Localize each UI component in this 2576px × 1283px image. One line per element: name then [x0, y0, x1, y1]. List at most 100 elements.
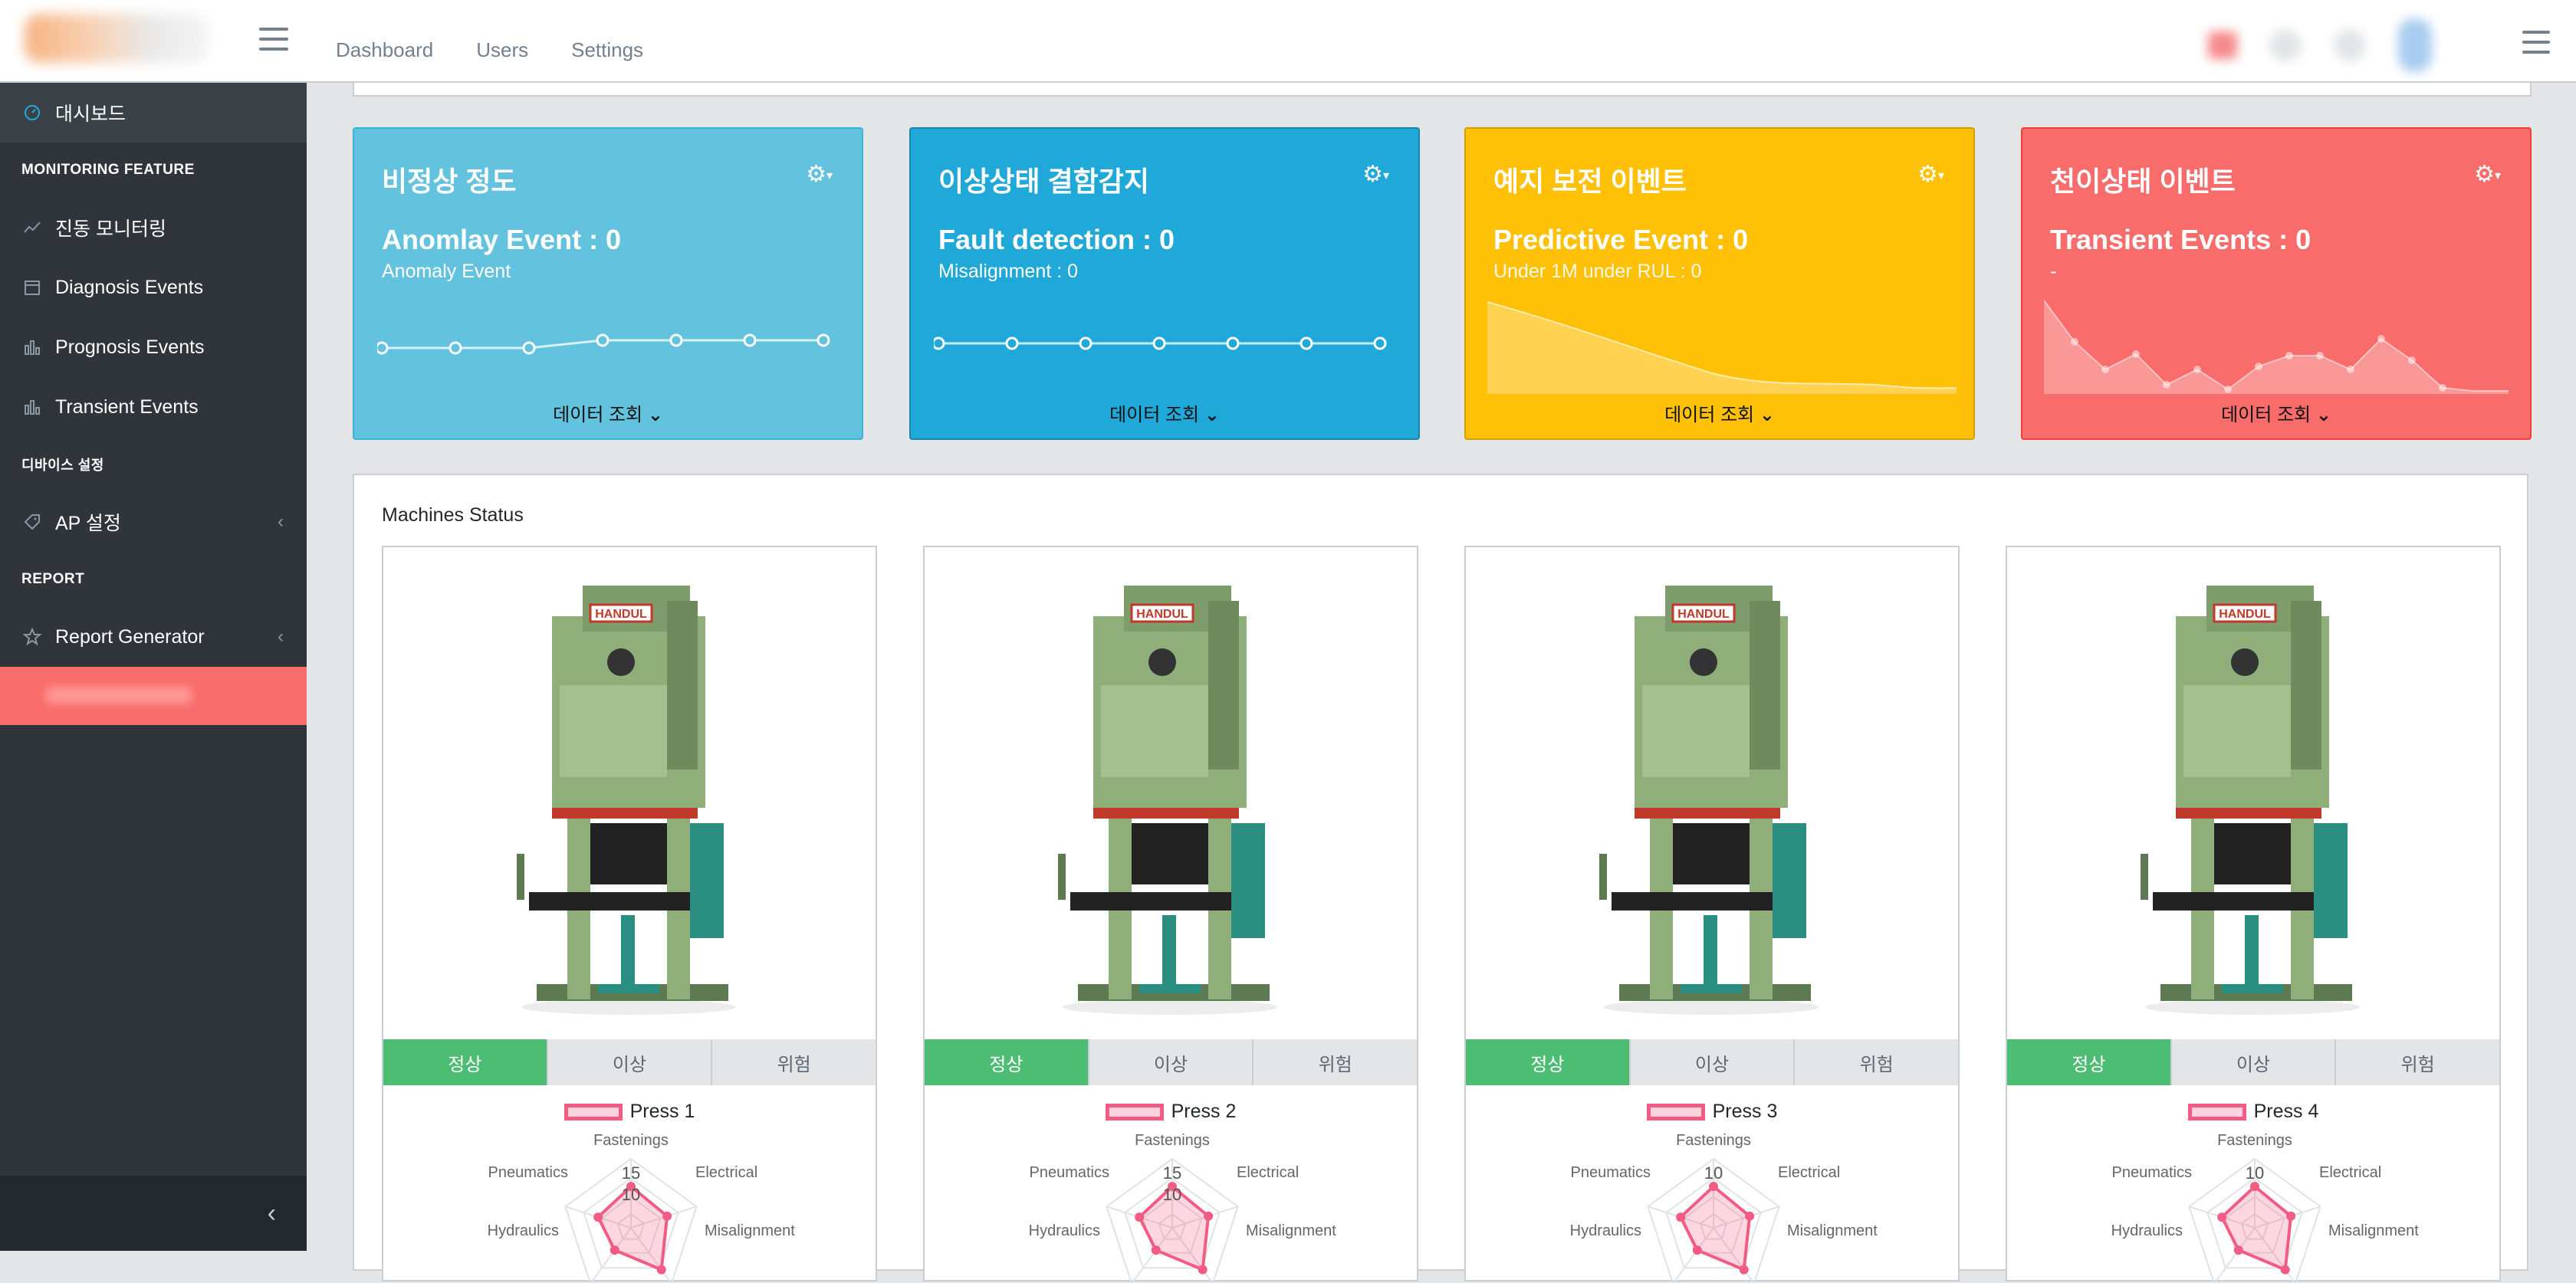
status-normal-button[interactable]: 정상: [925, 1039, 1089, 1085]
status-normal-button[interactable]: 정상: [383, 1039, 548, 1085]
sidebar-item-transient[interactable]: Transient Events: [0, 377, 307, 437]
sidebar-toggle-menu-icon[interactable]: [259, 28, 288, 52]
data-view-link[interactable]: 데이터 조회 ⌄: [1466, 399, 1973, 426]
sidebar-item-label: Prognosis Events: [55, 336, 205, 358]
radar-axis-label: Hydraulics: [1570, 1222, 1641, 1239]
radar-point: [1709, 1182, 1718, 1191]
radar-point: [1135, 1212, 1145, 1222]
speedometer-icon: [21, 102, 43, 123]
card-title: 비정상 정도: [382, 166, 517, 197]
press-machine-image: HANDUL: [506, 570, 751, 1015]
radar-legend[interactable]: Press 4: [2007, 1101, 2499, 1123]
status-danger-button[interactable]: 위험: [1254, 1039, 1418, 1085]
chevron-down-icon: ⌄: [1759, 405, 1775, 425]
sidebar-item-report-generator[interactable]: Report Generator ‹: [0, 607, 307, 667]
data-view-link[interactable]: 데이터 조회 ⌄: [911, 399, 1418, 426]
bar-chart-icon: [21, 336, 43, 358]
machine-card: HANDUL 정상 이상 위험 Press 3 Fastenings Electr…: [1464, 546, 1960, 1283]
radar-series: [1678, 1184, 1752, 1272]
status-danger-button[interactable]: 위험: [1795, 1039, 1959, 1085]
data-view-label: 데이터 조회: [1664, 405, 1755, 425]
radar-axis-label: Hydraulics: [2111, 1222, 2183, 1239]
card-title: 이상상태 결함감지: [938, 166, 1149, 197]
radar-point: [610, 1245, 619, 1255]
gear-icon[interactable]: ⚙▾: [1362, 161, 1389, 188]
sidebar-item-prognosis[interactable]: Prognosis Events: [0, 317, 307, 377]
radar-axis-label: Fastenings: [2217, 1132, 2292, 1149]
radar-tick-label: 10: [1704, 1163, 1723, 1183]
legend-swatch: [1105, 1103, 1164, 1121]
status-abnormal-button[interactable]: 이상: [1630, 1039, 1796, 1085]
sidebar-footer: ‹: [0, 1176, 307, 1251]
radar-axis-label: Misalignment: [1246, 1222, 1336, 1239]
radar-axis-label: Fastenings: [1676, 1132, 1751, 1149]
card-title: 천이상태 이벤트: [2050, 166, 2236, 197]
gear-icon[interactable]: ⚙▾: [806, 161, 833, 188]
sidebar-item-label: AP 설정: [55, 513, 121, 534]
radar-axis-label: Pneumatics: [488, 1164, 569, 1181]
radar-point: [1739, 1265, 1749, 1275]
sidebar-item-label: Transient Events: [55, 395, 199, 418]
status-segmented-control: 정상 이상 위험: [383, 1039, 876, 1085]
radar-axis-label: Electrical: [1237, 1164, 1299, 1181]
radar-axis-label: Fastenings: [593, 1132, 669, 1149]
legend-swatch: [2187, 1103, 2246, 1121]
status-abnormal-button[interactable]: 이상: [1089, 1039, 1254, 1085]
gear-icon[interactable]: ⚙▾: [1917, 161, 1944, 188]
nav-dashboard-link[interactable]: Dashboard: [336, 38, 433, 62]
status-abnormal-button[interactable]: 이상: [2171, 1039, 2337, 1085]
radar-legend[interactable]: Press 1: [383, 1101, 876, 1123]
sidebar-minimize-chevron-left-icon[interactable]: ‹: [268, 1199, 276, 1229]
status-normal-button[interactable]: 정상: [1466, 1039, 1631, 1085]
machine-card: HANDUL 정상 이상 위험 Press 1 Fastenings Electr…: [382, 546, 877, 1283]
status-danger-button[interactable]: 위험: [712, 1039, 876, 1085]
gear-icon[interactable]: ⚙▾: [2474, 161, 2501, 188]
list-icon[interactable]: [2269, 29, 2302, 61]
radar-point: [1204, 1211, 1214, 1221]
radar-point: [1692, 1245, 1702, 1255]
radar-point: [1745, 1211, 1755, 1221]
radar-point: [2250, 1182, 2259, 1191]
header-icons: [2208, 18, 2432, 72]
radar-legend[interactable]: Press 3: [1466, 1101, 1958, 1123]
data-view-link[interactable]: 데이터 조회 ⌄: [2022, 399, 2530, 426]
sidebar-item-label: 대시보드: [55, 103, 127, 125]
radar-tick-label: 15: [1163, 1163, 1181, 1183]
data-view-link[interactable]: 데이터 조회 ⌄: [354, 399, 862, 426]
sidebar-section-title: REPORT: [21, 571, 85, 587]
chevron-down-icon: ⌄: [1204, 405, 1220, 425]
status-danger-button[interactable]: 위험: [2336, 1039, 2500, 1085]
radar-tick-label: 15: [622, 1163, 640, 1183]
status-normal-button[interactable]: 정상: [2007, 1039, 2172, 1085]
calendar-icon: [21, 277, 43, 298]
sidebar: 대시보드 MONITORING FEATURE 진동 모니터링 Diagnosi…: [0, 83, 307, 1251]
nav-users-link[interactable]: Users: [476, 38, 528, 62]
machine-card: HANDUL 정상 이상 위험 Press 2 Fastenings Electr…: [923, 546, 1418, 1283]
radar-point: [1198, 1265, 1208, 1275]
top-strip: [353, 83, 2532, 97]
status-abnormal-button[interactable]: 이상: [547, 1039, 713, 1085]
aside-toggle-menu-icon[interactable]: [2522, 31, 2550, 55]
sidebar-item-diagnosis[interactable]: Diagnosis Events: [0, 258, 307, 317]
data-view-label: 데이터 조회: [553, 405, 643, 425]
app-header: Dashboard Users Settings: [0, 0, 2576, 83]
sidebar-item-dashboard[interactable]: 대시보드: [0, 83, 307, 143]
notification-icon[interactable]: [2208, 31, 2237, 59]
machine-name: Press 1: [629, 1101, 695, 1122]
sidebar-item-ap-settings[interactable]: AP 설정 ‹: [0, 492, 307, 552]
radar-point: [593, 1212, 603, 1222]
press-machine-image: HANDUL: [2130, 570, 2375, 1015]
svg-text:HANDUL: HANDUL: [1677, 608, 1730, 621]
sidebar-item-vibration[interactable]: 진동 모니터링: [0, 198, 307, 258]
radar-point: [1151, 1245, 1161, 1255]
brand-logo[interactable]: [25, 14, 209, 63]
sidebar-item-blurred[interactable]: [0, 667, 307, 725]
fault-card: 이상상태 결함감지 ⚙▾ Fault detection : 0 Misalig…: [909, 127, 1420, 440]
nav-settings-link[interactable]: Settings: [571, 38, 643, 62]
location-icon[interactable]: [2334, 29, 2366, 61]
status-segmented-control: 정상 이상 위험: [2007, 1039, 2500, 1085]
card-value: Anomlay Event : 0: [382, 224, 622, 255]
avatar[interactable]: [2398, 18, 2432, 72]
radar-legend[interactable]: Press 2: [925, 1101, 1417, 1123]
radar-point: [662, 1211, 672, 1221]
